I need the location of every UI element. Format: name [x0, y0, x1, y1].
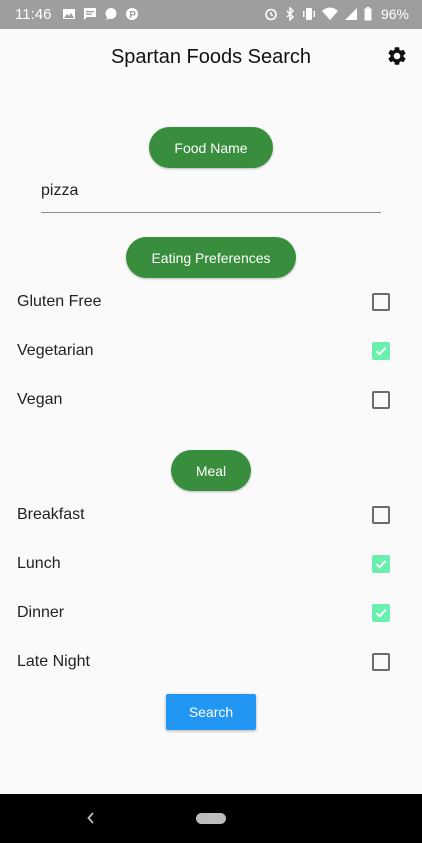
vegetarian-label: Vegetarian	[17, 342, 94, 359]
eating-preferences-button[interactable]: Eating Preferences	[126, 237, 296, 278]
image-icon	[63, 9, 75, 19]
late-night-checkbox[interactable]	[372, 653, 390, 671]
system-icons	[264, 7, 372, 21]
breakfast-label: Breakfast	[17, 506, 85, 523]
vegan-checkbox[interactable]	[372, 391, 390, 409]
breakfast-checkbox[interactable]	[372, 506, 390, 524]
app-bar: Spartan Foods Search	[0, 29, 422, 85]
status-time: 11:46	[15, 6, 52, 23]
search-button[interactable]: Search	[166, 694, 256, 730]
meal-button[interactable]: Meal	[171, 450, 251, 491]
check-icon	[375, 347, 387, 356]
p-icon: P	[126, 8, 138, 21]
chat-bubble-icon	[105, 8, 117, 20]
lunch-label: Lunch	[17, 555, 61, 572]
gluten-free-checkbox[interactable]	[372, 293, 390, 311]
vegetarian-checkbox[interactable]	[372, 342, 390, 360]
gluten-free-label: Gluten Free	[17, 293, 102, 310]
dinner-label: Dinner	[17, 604, 65, 621]
late-night-label: Late Night	[17, 653, 90, 670]
message-icon	[84, 8, 96, 20]
battery-icon	[364, 7, 372, 21]
notification-icons: P	[62, 7, 139, 21]
alarm-icon	[265, 8, 277, 21]
svg-text:P: P	[129, 10, 136, 21]
check-icon	[375, 560, 387, 569]
home-pill-button[interactable]	[196, 813, 226, 824]
bluetooth-icon	[286, 7, 295, 21]
status-bar: 11:46 P 96%	[0, 0, 422, 29]
food-name-input[interactable]	[41, 170, 381, 213]
settings-button[interactable]	[386, 45, 408, 67]
lunch-checkbox[interactable]	[372, 555, 390, 573]
vegan-label: Vegan	[17, 391, 63, 408]
vibrate-icon	[303, 8, 315, 20]
battery-percent: 96%	[380, 6, 409, 22]
check-icon	[375, 609, 387, 618]
food-name-button[interactable]: Food Name	[149, 127, 273, 168]
back-icon[interactable]	[86, 811, 96, 825]
gear-icon	[388, 47, 406, 65]
wifi-icon	[322, 7, 338, 20]
signal-icon	[345, 8, 357, 20]
page-title: Spartan Foods Search	[110, 46, 312, 68]
dinner-checkbox[interactable]	[372, 604, 390, 622]
